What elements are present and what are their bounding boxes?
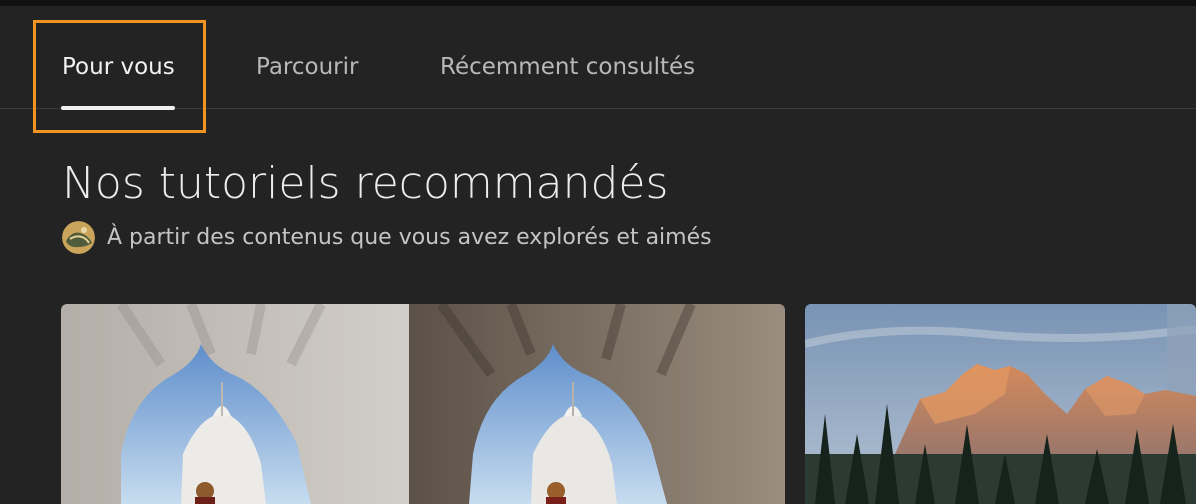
section-subtitle: À partir des contenus que vous avez expl… bbox=[62, 220, 712, 254]
subtitle-text: À partir des contenus que vous avez expl… bbox=[107, 224, 712, 250]
focus-highlight-box bbox=[33, 20, 206, 133]
avatar bbox=[62, 220, 95, 254]
tab-recemment-consultes[interactable]: Récemment consultés bbox=[440, 54, 695, 80]
section-title: Nos tutoriels recommandés bbox=[62, 158, 669, 209]
temple-before-after-image bbox=[61, 304, 785, 504]
mountain-sunset-image bbox=[805, 304, 1196, 504]
tutorial-card-temple[interactable] bbox=[61, 304, 785, 504]
tab-parcourir[interactable]: Parcourir bbox=[256, 54, 358, 80]
tutorial-card-mountain[interactable] bbox=[805, 304, 1196, 504]
